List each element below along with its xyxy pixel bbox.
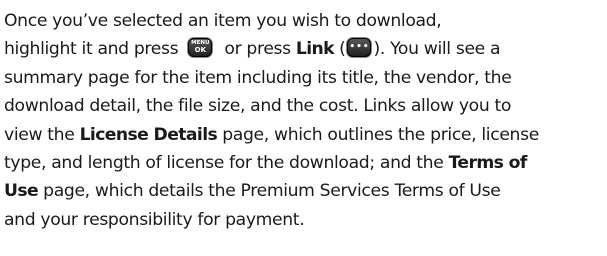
text-segment: and your responsibility for payment. [4, 209, 305, 230]
text-segment: page, which outlines the price, license [217, 124, 539, 145]
text-segment: page, which details the Premium Services… [38, 181, 501, 202]
paragraph-line-2: highlight it and press MENU OK or press L… [4, 35, 603, 63]
menu-ok-key-icon: MENU OK [188, 38, 213, 58]
text-segment: highlight it and press [4, 39, 184, 60]
ok-key-label: OK [194, 46, 206, 55]
text-segment: Once you’ve selected an item you wish to… [4, 11, 442, 31]
paragraph-line-5: view the License Details page, which out… [4, 121, 603, 149]
paragraph-line-8: and your responsibility for payment. [4, 206, 603, 234]
paragraph-line-4: download detail, the file size, and the … [4, 92, 603, 120]
text-segment: type, and length of license for the down… [4, 152, 449, 173]
terms-of-use-term: Terms of [448, 152, 528, 173]
link-softkey-icon: ••• [347, 38, 372, 58]
paragraph-line-6: type, and length of license for the down… [4, 149, 603, 177]
paragraph-line-7: Use page, which details the Premium Serv… [4, 177, 603, 205]
text-segment: ( [334, 39, 346, 60]
instruction-paragraph: Once you’ve selected an item you wish to… [4, 7, 603, 234]
link-term: Link [295, 39, 335, 60]
document-page: Once you’ve selected an item you wish to… [0, 0, 607, 256]
softkey-dots: ••• [349, 42, 370, 53]
paragraph-line-3: summary page for the item including its … [4, 64, 603, 92]
text-segment: ). You will see a [373, 39, 501, 60]
text-segment: or press [219, 39, 296, 60]
text-segment: download detail, the file size, and the … [4, 96, 512, 117]
paragraph-line-1: Once you’ve selected an item you wish to… [4, 7, 603, 35]
text-segment: view the [4, 124, 80, 145]
terms-of-use-term-continued: Use [4, 181, 39, 202]
text-segment: summary page for the item including its … [4, 67, 512, 88]
license-details-term: License Details [79, 124, 218, 145]
